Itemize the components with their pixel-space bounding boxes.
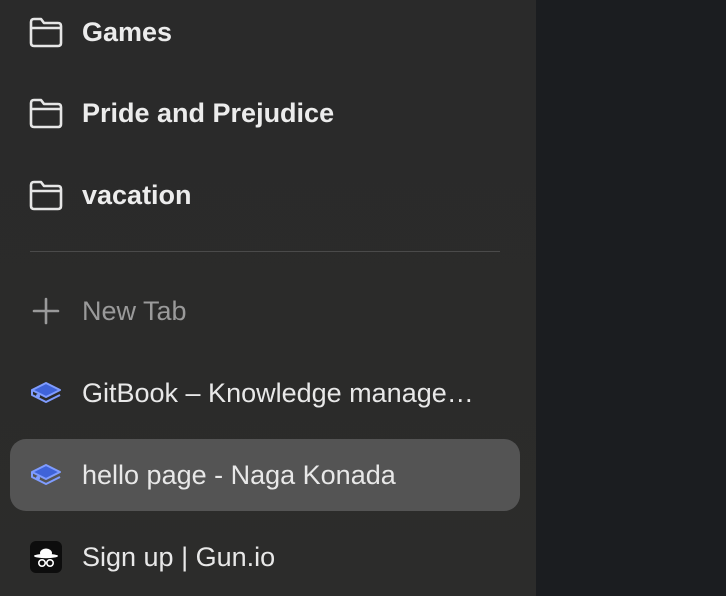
tab-title: GitBook – Knowledge management for techn… [82, 377, 492, 408]
new-tab-label: New Tab [82, 295, 187, 326]
tab-hello-page[interactable]: hello page - Naga Konada [10, 439, 520, 511]
tab-title: Sign up | Gun.io [82, 541, 276, 572]
sidebar-divider [30, 251, 500, 252]
gunio-icon [28, 539, 64, 575]
new-tab-button[interactable]: New Tab [10, 275, 520, 347]
sidebar: Games Pride and Prejudice vacation New T… [0, 0, 536, 596]
gitbook-icon [28, 375, 64, 411]
content-area [536, 0, 726, 596]
tab-gitbook[interactable]: GitBook – Knowledge management for techn… [10, 357, 520, 429]
sidebar-folder-vacation[interactable]: vacation [10, 159, 520, 231]
folder-label: vacation [82, 179, 192, 210]
folder-label: Pride and Prejudice [82, 97, 335, 128]
tab-gun-io[interactable]: Sign up | Gun.io [10, 521, 520, 593]
tab-title: hello page - Naga Konada [82, 459, 396, 490]
folder-icon [28, 95, 64, 131]
sidebar-folder-games[interactable]: Games [10, 0, 520, 68]
sidebar-folder-pride-and-prejudice[interactable]: Pride and Prejudice [10, 77, 520, 149]
folder-icon [28, 177, 64, 213]
gitbook-icon [28, 457, 64, 493]
folder-icon [28, 14, 64, 50]
folder-label: Games [82, 16, 173, 47]
plus-icon [28, 293, 64, 329]
